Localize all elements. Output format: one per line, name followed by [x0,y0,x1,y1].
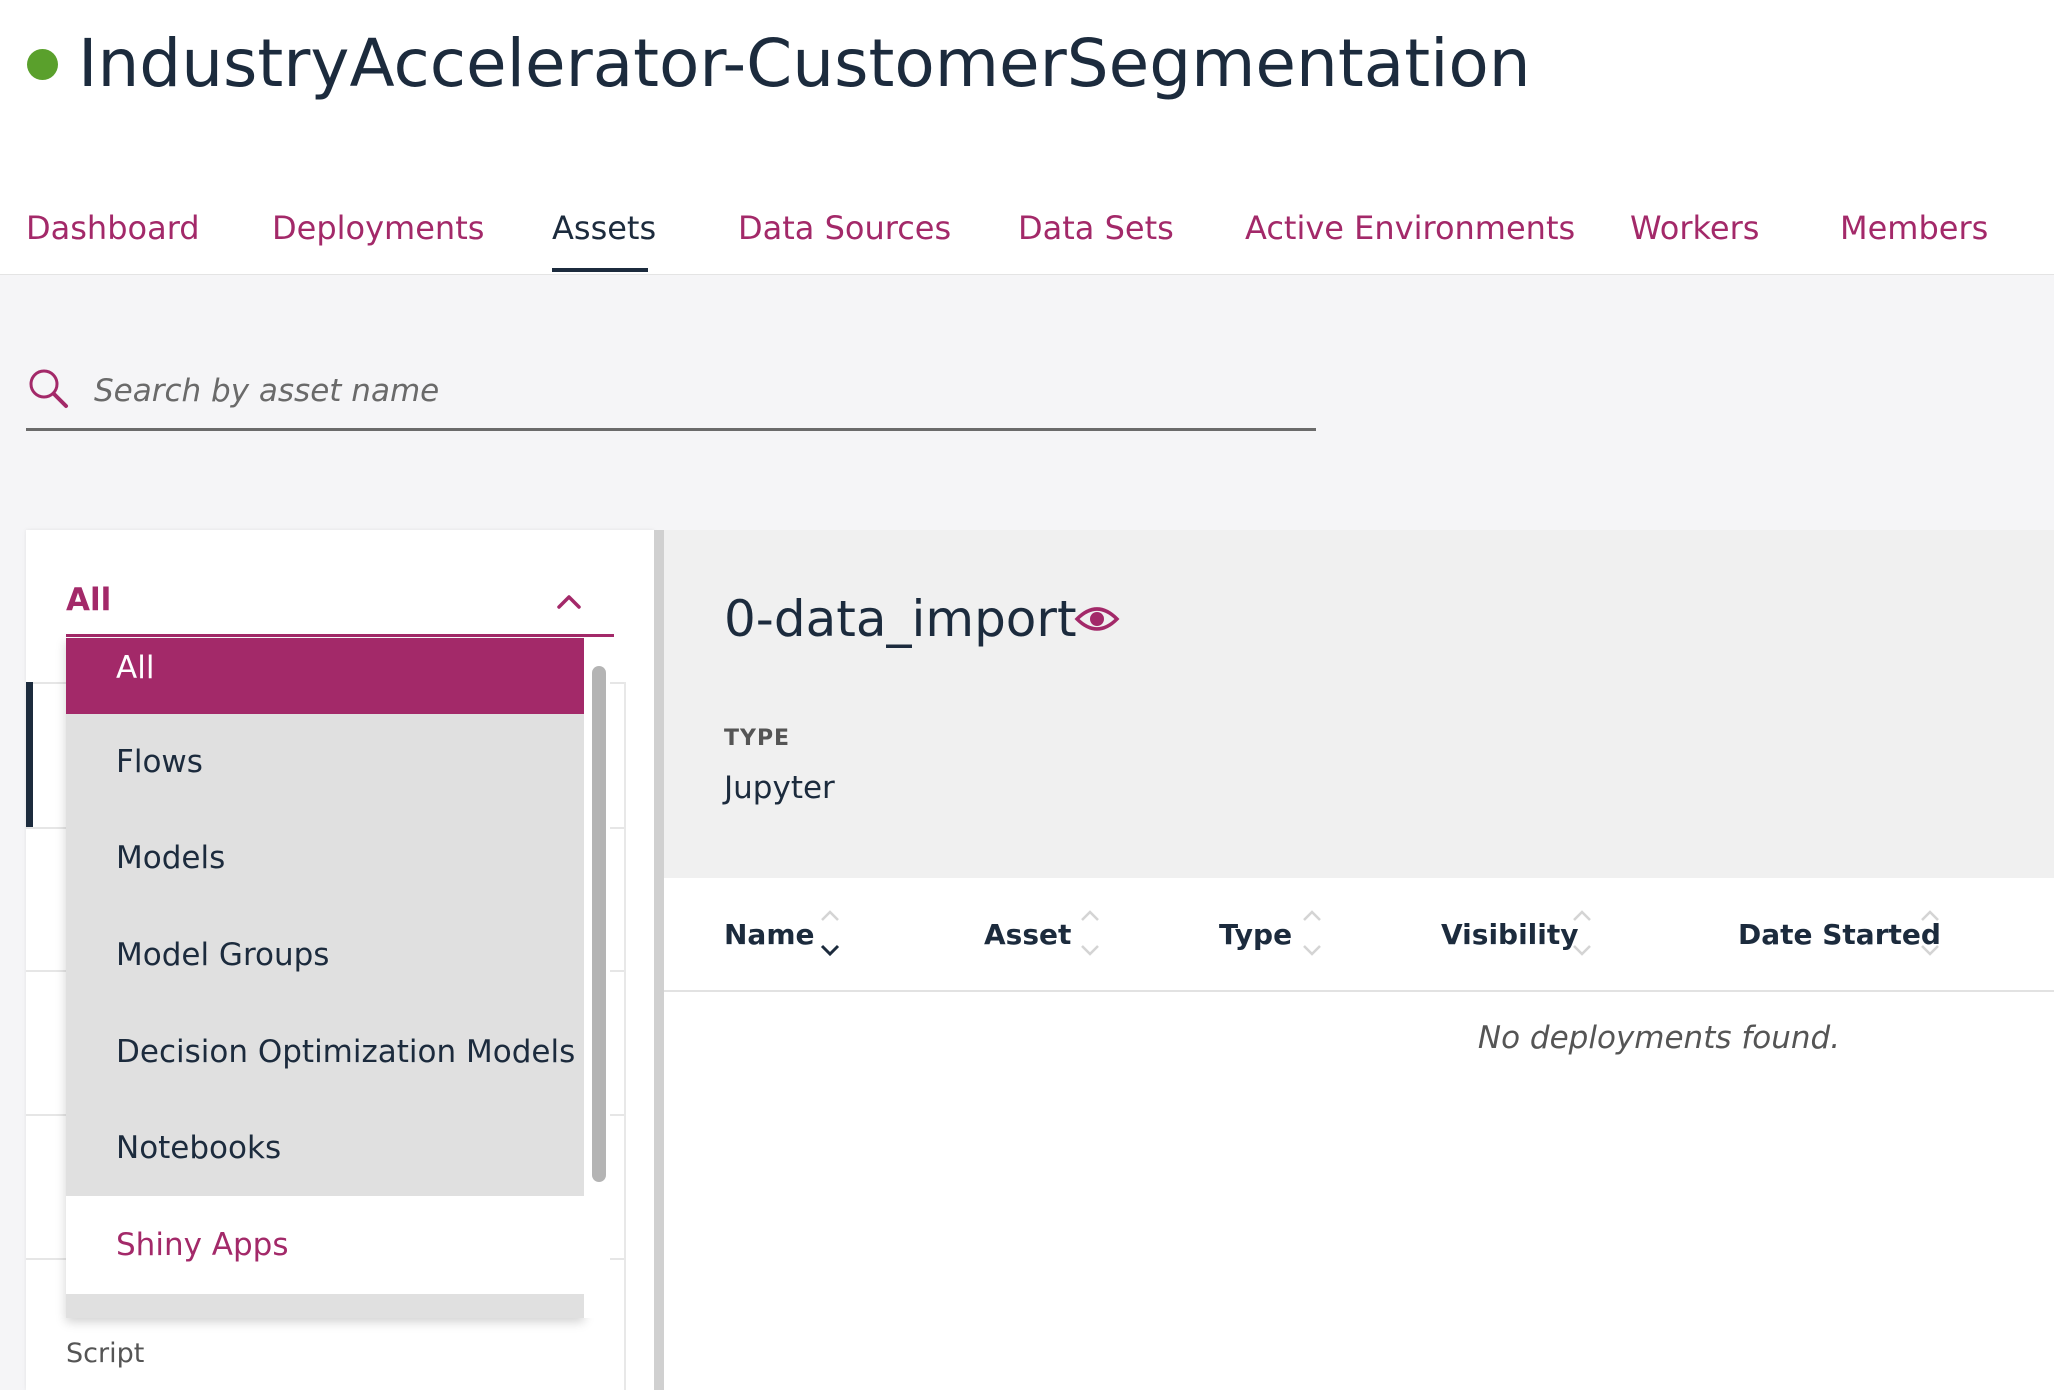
sort-icon[interactable] [1300,906,1324,962]
tab-data-sets[interactable]: Data Sets [1018,200,1174,256]
asset-type-filter[interactable]: All [66,578,614,637]
status-indicator [27,49,58,80]
column-header-date-started[interactable]: Date Started [1738,878,1941,990]
panel-divider[interactable] [654,530,664,1390]
dropdown-option-all[interactable]: All [66,638,584,714]
selected-item-indicator [26,682,33,827]
type-value: Jupyter [724,770,835,806]
sort-icon[interactable] [1570,906,1594,962]
tab-bar: Dashboard Deployments Assets Data Source… [0,200,2054,274]
dropdown-option-decision-optimization-models[interactable]: Decision Optimization Models [66,1004,584,1100]
asset-type-dropdown: All Flows Models Model Groups Decision O… [66,638,584,1318]
tab-workers[interactable]: Workers [1630,200,1759,256]
dropdown-option-model-groups[interactable]: Model Groups [66,906,584,1004]
asset-details: 0-data_import TYPE Jupyter [664,530,2054,878]
search-input[interactable] [92,362,1296,420]
dropdown-scrollbar-thumb[interactable] [592,666,606,1182]
type-label: TYPE [724,726,791,751]
filter-selected-value: All [66,582,112,618]
dropdown-option-flows[interactable]: Flows [66,714,584,810]
chevron-up-icon [557,595,581,609]
sort-descending-icon[interactable] [818,906,842,962]
empty-state-message: No deployments found. [1477,1020,1841,1056]
project-header: IndustryAccelerator-CustomerSegmentation… [0,0,2054,275]
search-bar [26,358,1316,431]
column-header-asset[interactable]: Asset [984,878,1071,990]
page-title: IndustryAccelerator-CustomerSegmentation [78,25,1531,102]
asset-name: 0-data_import [724,590,1077,648]
deployments-table-header: Name Asset Type Visibility Date Started [664,878,2054,992]
tab-dashboard[interactable]: Dashboard [26,200,200,256]
tab-active-environments[interactable]: Active Environments [1245,200,1575,256]
active-tab-indicator [552,268,648,272]
tab-assets[interactable]: Assets [552,200,656,256]
search-icon [29,369,68,408]
column-header-visibility[interactable]: Visibility [1441,878,1579,990]
tab-members[interactable]: Members [1840,200,1988,256]
asset-detail-panel: 0-data_import TYPE Jupyter Name Asset Ty… [664,530,2054,1390]
eye-icon[interactable] [1074,596,1120,642]
dropdown-option-models[interactable]: Models [66,810,584,906]
list-item-type: Script [66,1338,145,1369]
dropdown-option-shiny-apps[interactable]: Shiny Apps [66,1196,584,1294]
tab-deployments[interactable]: Deployments [272,200,484,256]
column-header-name[interactable]: Name [724,878,815,990]
tab-data-sources[interactable]: Data Sources [738,200,951,256]
column-header-type[interactable]: Type [1219,878,1292,990]
sort-icon[interactable] [1918,906,1942,962]
sort-icon[interactable] [1078,906,1102,962]
dropdown-option-notebooks[interactable]: Notebooks [66,1100,584,1196]
